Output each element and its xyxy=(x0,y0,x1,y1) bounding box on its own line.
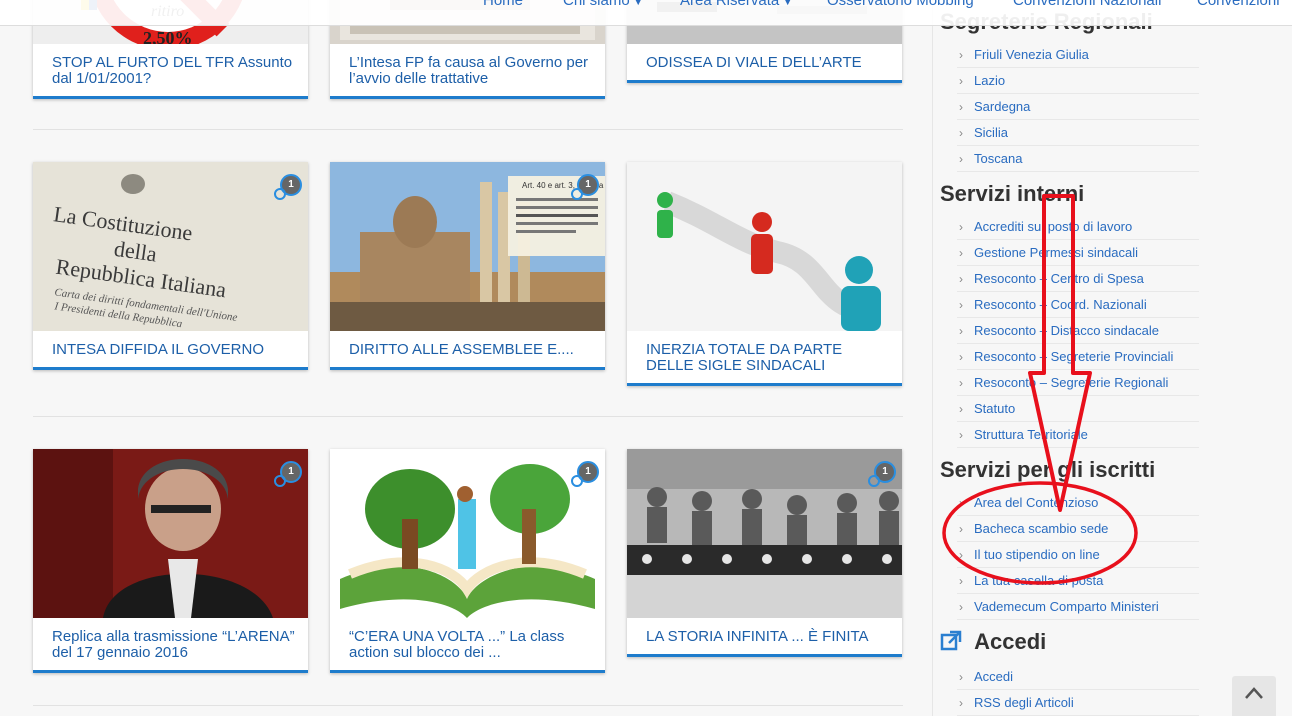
post-thumbnail[interactable]: 1 xyxy=(627,449,902,618)
chevron-right-icon: › xyxy=(959,126,963,140)
sidebar: Segreterie Regionali ›Friuli Venezia Giu… xyxy=(932,0,1292,716)
post-card[interactable]: 1 LA STORIA INFINITA ... È FINITA xyxy=(627,449,902,657)
post-title[interactable]: LA STORIA INFINITA ... È FINITA xyxy=(627,618,902,645)
post-thumbnail[interactable]: 1 xyxy=(330,449,605,618)
row-divider xyxy=(33,129,903,130)
chevron-right-icon: › xyxy=(959,600,963,614)
sidebar-item-bacheca[interactable]: › Bacheca scambio sede xyxy=(957,516,1199,542)
post-title[interactable]: Replica alla trasmissione “L’ARENA” del … xyxy=(33,618,308,661)
post-title[interactable]: “C’ERA UNA VOLTA ...” La class action su… xyxy=(330,618,605,661)
post-card[interactable]: 1 Replica alla trasmissione “L’ARENA” de… xyxy=(33,449,308,673)
post-thumbnail[interactable] xyxy=(627,162,902,331)
internal-services-list: › Accrediti sul posto di lavoro › Gestione… xyxy=(957,214,1199,448)
row-divider xyxy=(33,416,903,417)
sidebar-item-lazio[interactable]: › Lazio xyxy=(957,68,1199,94)
sidebar-item-accedi[interactable]: › Accedi xyxy=(957,664,1199,690)
sidebar-heading-members: Servizi per gli iscritti xyxy=(940,457,1156,482)
post-card[interactable]: INERZIA TOTALE DA PARTE DELLE SIGLE SIND… xyxy=(627,162,902,386)
chevron-right-icon: › xyxy=(959,670,963,684)
post-title[interactable]: STOP AL FURTO DEL TFR Assunto dal 1/01/2… xyxy=(33,44,308,87)
sidebar-item-centro-spesa[interactable]: › Resoconto – Centro di Spesa xyxy=(957,266,1199,292)
nav-osservatorio-mobbing[interactable]: Osservatorio Mobbing xyxy=(827,0,974,9)
sidebar-item-segr-regionali[interactable]: › Resoconto – Segreterie Regionali xyxy=(957,370,1199,396)
chevron-right-icon: › xyxy=(959,496,963,510)
sidebar-item-distacco[interactable]: › Resoconto – Distacco sindacale xyxy=(957,318,1199,344)
chevron-right-icon: › xyxy=(959,574,963,588)
post-card[interactable]: La Costituzione della Repubblica Italian… xyxy=(33,162,308,370)
post-title[interactable]: DIRITTO ALLE ASSEMBLEE E.... xyxy=(330,331,605,358)
comment-count-badge[interactable]: 1 xyxy=(868,461,896,487)
chevron-right-icon: › xyxy=(959,522,963,536)
chevron-right-icon: › xyxy=(959,428,963,442)
nav-convenzioni-nazionali[interactable]: Convenzioni Nazionali xyxy=(1013,0,1161,9)
chevron-right-icon: › xyxy=(959,220,963,234)
comment-count-badge[interactable]: 1 xyxy=(274,174,302,200)
post-card[interactable]: Art. 40 e art. 3, comma 2 1 DIRITTO ALLE… xyxy=(330,162,605,370)
caret-down-icon: ▼ xyxy=(783,0,793,7)
top-navigation: Home Chi siamo ▼ Area Riservata ▼ Osservat… xyxy=(0,0,1292,26)
scroll-to-top-button[interactable] xyxy=(1232,676,1276,716)
sidebar-item-segr-provinciali[interactable]: › Resoconto – Segreterie Provinciali xyxy=(957,344,1199,370)
sidebar-item-contenzioso[interactable]: › Area del Contenzioso xyxy=(957,490,1199,516)
chevron-right-icon: › xyxy=(959,246,963,260)
chevron-right-icon: › xyxy=(959,402,963,416)
post-title[interactable]: ODISSEA DI VIALE DELL’ARTE xyxy=(627,44,902,71)
post-card[interactable]: 1 “C’ERA UNA VOLTA ...” La class action … xyxy=(330,449,605,673)
nav-home[interactable]: Home xyxy=(483,0,523,9)
post-thumbnail[interactable]: 1 xyxy=(33,449,308,618)
caret-down-icon: ▼ xyxy=(633,0,643,7)
sidebar-item-sardegna[interactable]: › Sardegna xyxy=(957,94,1199,120)
nav-chi-siamo[interactable]: Chi siamo ▼ xyxy=(563,0,643,9)
post-thumbnail[interactable]: La Costituzione della Repubblica Italian… xyxy=(33,162,308,331)
comment-count-badge[interactable]: 1 xyxy=(571,461,599,487)
chevron-right-icon: › xyxy=(959,324,963,338)
sidebar-item-accrediti[interactable]: › Accrediti sul posto di lavoro xyxy=(957,214,1199,240)
sidebar-item-permessi[interactable]: › Gestione Permessi sindacali xyxy=(957,240,1199,266)
sidebar-heading-login: Accedi xyxy=(940,629,1046,655)
sidebar-item-casella-posta[interactable]: › La tua casella di posta xyxy=(957,568,1199,594)
chevron-right-icon: › xyxy=(959,100,963,114)
external-link-icon xyxy=(940,629,968,654)
chevron-right-icon: › xyxy=(959,74,963,88)
chevron-right-icon: › xyxy=(959,272,963,286)
chevron-right-icon: › xyxy=(959,548,963,562)
row-divider xyxy=(33,705,903,706)
chevron-right-icon: › xyxy=(959,48,963,62)
post-thumbnail[interactable]: Art. 40 e art. 3, comma 2 1 xyxy=(330,162,605,331)
nav-convenzioni[interactable]: Convenzioni xyxy=(1197,0,1280,9)
chevron-up-icon xyxy=(1245,687,1263,699)
post-title[interactable]: L’Intesa FP fa causa al Governo per l’av… xyxy=(330,44,605,87)
chevron-right-icon: › xyxy=(959,152,963,166)
posts-grid: ritiro 2,50% STOP AL FURTO DEL TFR Assun… xyxy=(0,0,932,716)
nav-area-riservata[interactable]: Area Riservata ▼ xyxy=(680,0,792,9)
sidebar-item-statuto[interactable]: › Statuto xyxy=(957,396,1199,422)
sidebar-item-stipendio[interactable]: › Il tuo stipendio on line xyxy=(957,542,1199,568)
login-list: › Accedi › RSS degli Articoli xyxy=(957,664,1199,716)
post-title[interactable]: INERZIA TOTALE DA PARTE DELLE SIGLE SIND… xyxy=(627,331,902,374)
regional-list: › Friuli Venezia Giulia › Lazio › Sardegna … xyxy=(957,42,1199,172)
sidebar-item-toscana[interactable]: › Toscana xyxy=(957,146,1199,172)
member-services-list: › Area del Contenzioso › Bacheca scambio s… xyxy=(957,490,1199,620)
chevron-right-icon: › xyxy=(959,350,963,364)
sidebar-item-vademecum[interactable]: › Vademecum Comparto Ministeri xyxy=(957,594,1199,620)
sidebar-item-rss[interactable]: › RSS degli Articoli xyxy=(957,690,1199,716)
post-title[interactable]: INTESA DIFFIDA IL GOVERNO xyxy=(33,331,308,358)
chevron-right-icon: › xyxy=(959,376,963,390)
comment-count-badge[interactable]: 1 xyxy=(571,174,599,200)
svg-text:2,50%: 2,50% xyxy=(143,28,193,44)
sidebar-item-friuli[interactable]: › Friuli Venezia Giulia xyxy=(957,42,1199,68)
sidebar-item-sicilia[interactable]: › Sicilia xyxy=(957,120,1199,146)
sidebar-heading-internal: Servizi interni xyxy=(940,181,1085,206)
comment-count-badge[interactable]: 1 xyxy=(274,461,302,487)
sidebar-item-coord-nazionali[interactable]: › Resoconto – Coord. Nazionali xyxy=(957,292,1199,318)
chevron-right-icon: › xyxy=(959,298,963,312)
sidebar-item-struttura[interactable]: › Struttura Territoriale xyxy=(957,422,1199,448)
chevron-right-icon: › xyxy=(959,696,963,710)
